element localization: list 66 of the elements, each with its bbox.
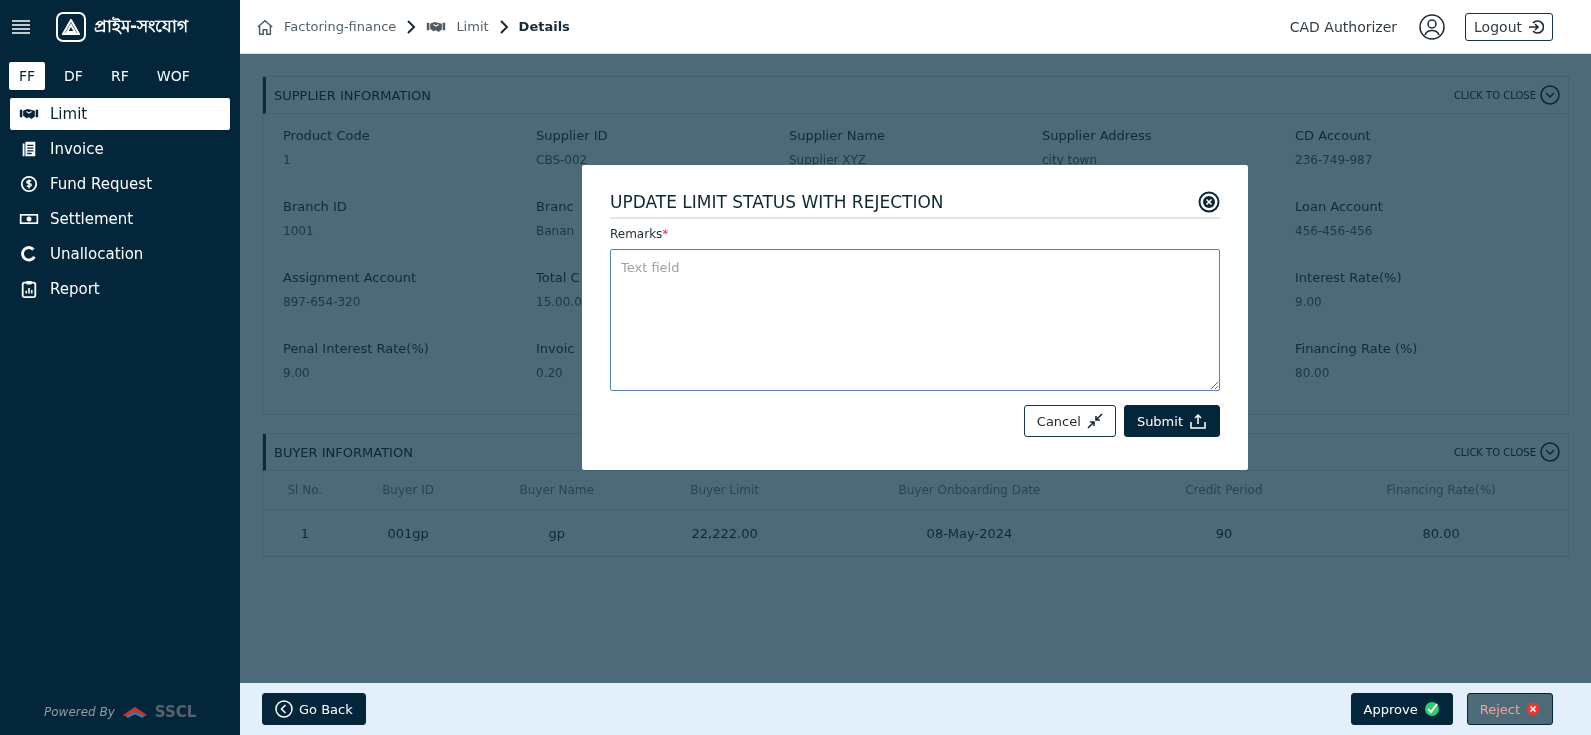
field-label: Invoic [536, 341, 575, 356]
field-label: Financing Rate (%) [1295, 341, 1418, 356]
logout-icon [1528, 18, 1544, 35]
table-cell: gp [469, 509, 644, 556]
brand-name: SSCL [154, 703, 197, 721]
close-icon[interactable] [1198, 191, 1220, 213]
check-icon [1423, 701, 1440, 717]
approve-button[interactable]: Approve [1350, 693, 1453, 725]
field-label: Total C [536, 270, 580, 285]
table-cell: 1 [263, 509, 347, 556]
submit-button[interactable]: Submit [1123, 405, 1220, 437]
breadcrumb-link[interactable]: Limit [456, 19, 489, 34]
logo-icon [56, 12, 86, 42]
dialog-title: UPDATE LIMIT STATUS WITH REJECTION [610, 192, 945, 212]
field-label: Product Code [283, 128, 370, 143]
remarks-field[interactable]: Text field [610, 249, 1220, 391]
logout-button[interactable]: Logout [1465, 12, 1553, 41]
powered-by-text: Powered By [44, 705, 115, 719]
upload-icon [1189, 413, 1207, 429]
cross-icon [1526, 702, 1540, 716]
table-cell: 80.00 [1314, 509, 1568, 556]
field-label: Supplier ID [536, 128, 608, 143]
sidebar-item[interactable]: Settlement [10, 203, 230, 235]
product-tab[interactable]: WOF [147, 62, 199, 90]
product-tab[interactable]: RF [101, 62, 138, 90]
table-cell: 001gp [346, 509, 470, 556]
table-cell: 08-May-2024 [805, 509, 1134, 556]
product-tab[interactable]: DF [55, 62, 92, 90]
sidebar-item[interactable]: Report [10, 273, 230, 305]
brand-logo-icon [122, 705, 147, 719]
sidebar-item[interactable]: Limit [10, 98, 230, 130]
sidebar-item[interactable]: Unallocation [10, 238, 230, 270]
user-icon[interactable] [1419, 13, 1446, 40]
home-icon [256, 17, 274, 36]
section-title: SUPPLIER INFORMATION [274, 87, 433, 103]
field-label: Supplier Address [1042, 128, 1152, 143]
user-name: CAD Authorizer [1289, 18, 1398, 35]
coin-icon [18, 175, 40, 193]
logo-text: প্রাইম-সংযোগ [94, 15, 189, 38]
field-label: Loan Account [1295, 199, 1383, 214]
required-mark: * [662, 227, 669, 241]
field-label: Branc [536, 199, 574, 214]
menu-icon[interactable] [12, 20, 30, 34]
field-label: Supplier Name [789, 128, 886, 143]
field-label: Branch ID [283, 199, 347, 214]
table-cell: 90 [1133, 509, 1315, 556]
table-cell: 22,222.00 [643, 509, 806, 556]
product-tab[interactable]: FF [9, 62, 45, 90]
field-label: CD Account [1295, 128, 1371, 143]
sidebar-item[interactable]: Fund Request [10, 168, 230, 200]
chevron-icon [406, 19, 417, 34]
section-title: BUYER INFORMATION [274, 444, 414, 460]
sidebar-item[interactable]: Invoice [10, 133, 230, 165]
field-label: Remarks [610, 227, 663, 241]
breadcrumb-link[interactable]: Factoring-finance [284, 19, 397, 34]
go-back-button[interactable]: Go Back [262, 693, 366, 725]
handshake-icon [426, 19, 447, 34]
chevron-icon [498, 19, 509, 34]
chevron-down-icon [1540, 442, 1560, 462]
chevron-down-icon [1540, 85, 1560, 105]
collapse-arrows-icon [1086, 413, 1103, 429]
cancel-button[interactable]: Cancel [1023, 405, 1116, 437]
field-label: Penal Interest Rate(%) [283, 341, 429, 356]
field-label: Assignment Account [283, 270, 417, 285]
breadcrumb-current: Details [518, 19, 570, 34]
field-label: Interest Rate(%) [1295, 270, 1402, 285]
